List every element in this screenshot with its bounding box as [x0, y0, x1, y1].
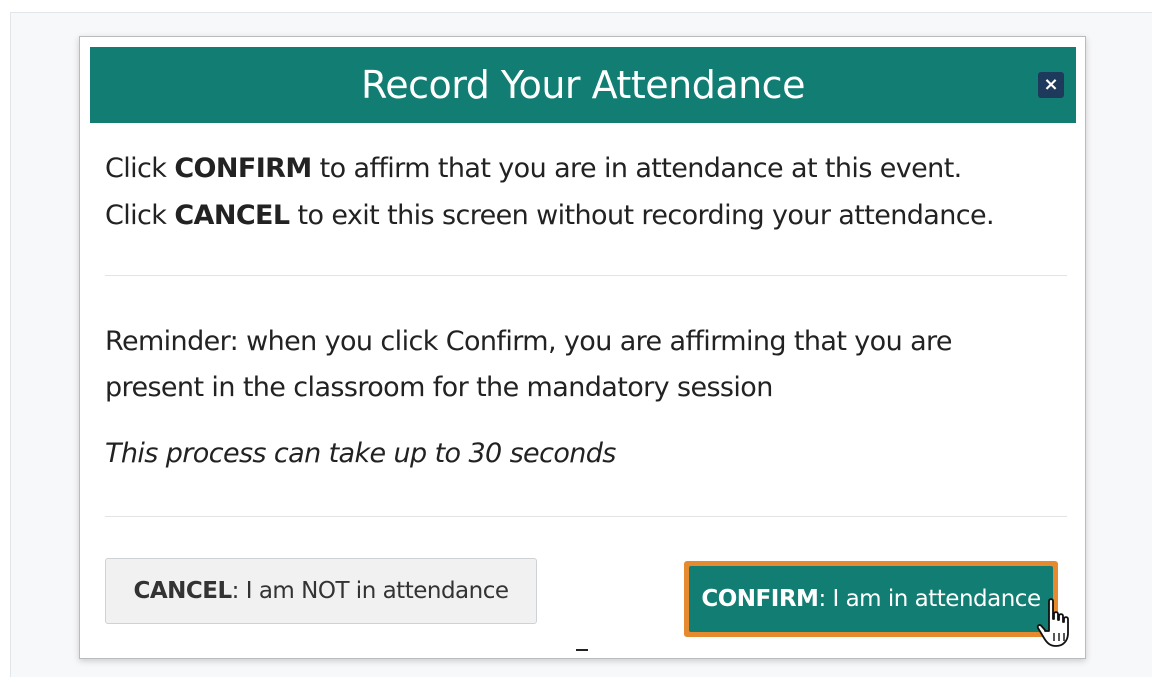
cancel-keyword: CANCEL	[133, 578, 232, 604]
process-note: This process can take up to 30 seconds	[105, 438, 616, 469]
modal-title: Record Your Attendance	[361, 63, 805, 107]
close-icon: ×	[1043, 74, 1059, 95]
instructions: Click CONFIRM to affirm that you are in …	[105, 145, 1065, 239]
confirm-button[interactable]: CONFIRM: I am in attendance	[689, 566, 1053, 632]
small-dash	[576, 649, 588, 651]
instruction-suffix: to exit this screen without recording yo…	[289, 200, 994, 231]
instruction-prefix: Click	[105, 200, 175, 231]
instruction-keyword-cancel: CANCEL	[174, 200, 290, 231]
attendance-modal: Record Your Attendance × Click CONFIRM t…	[79, 36, 1086, 659]
confirm-label: : I am in attendance	[818, 586, 1041, 612]
cancel-button[interactable]: CANCEL: I am NOT in attendance	[105, 558, 537, 624]
instruction-prefix: Click	[105, 153, 175, 184]
modal-header: Record Your Attendance ×	[90, 47, 1076, 123]
reminder-text: Reminder: when you click Confirm, you ar…	[105, 326, 953, 403]
confirm-keyword: CONFIRM	[701, 586, 819, 612]
close-button[interactable]: ×	[1038, 72, 1064, 98]
instruction-suffix: to affirm that you are in attendance at …	[311, 153, 963, 184]
divider-bottom	[105, 516, 1067, 517]
instruction-confirm-line: Click CONFIRM to affirm that you are in …	[105, 145, 1065, 192]
divider-top	[105, 275, 1067, 276]
cancel-label: : I am NOT in attendance	[231, 578, 509, 604]
hand-pointer-icon	[1036, 598, 1069, 647]
instruction-keyword-confirm: CONFIRM	[174, 153, 312, 184]
instruction-cancel-line: Click CANCEL to exit this screen without…	[105, 192, 1065, 239]
